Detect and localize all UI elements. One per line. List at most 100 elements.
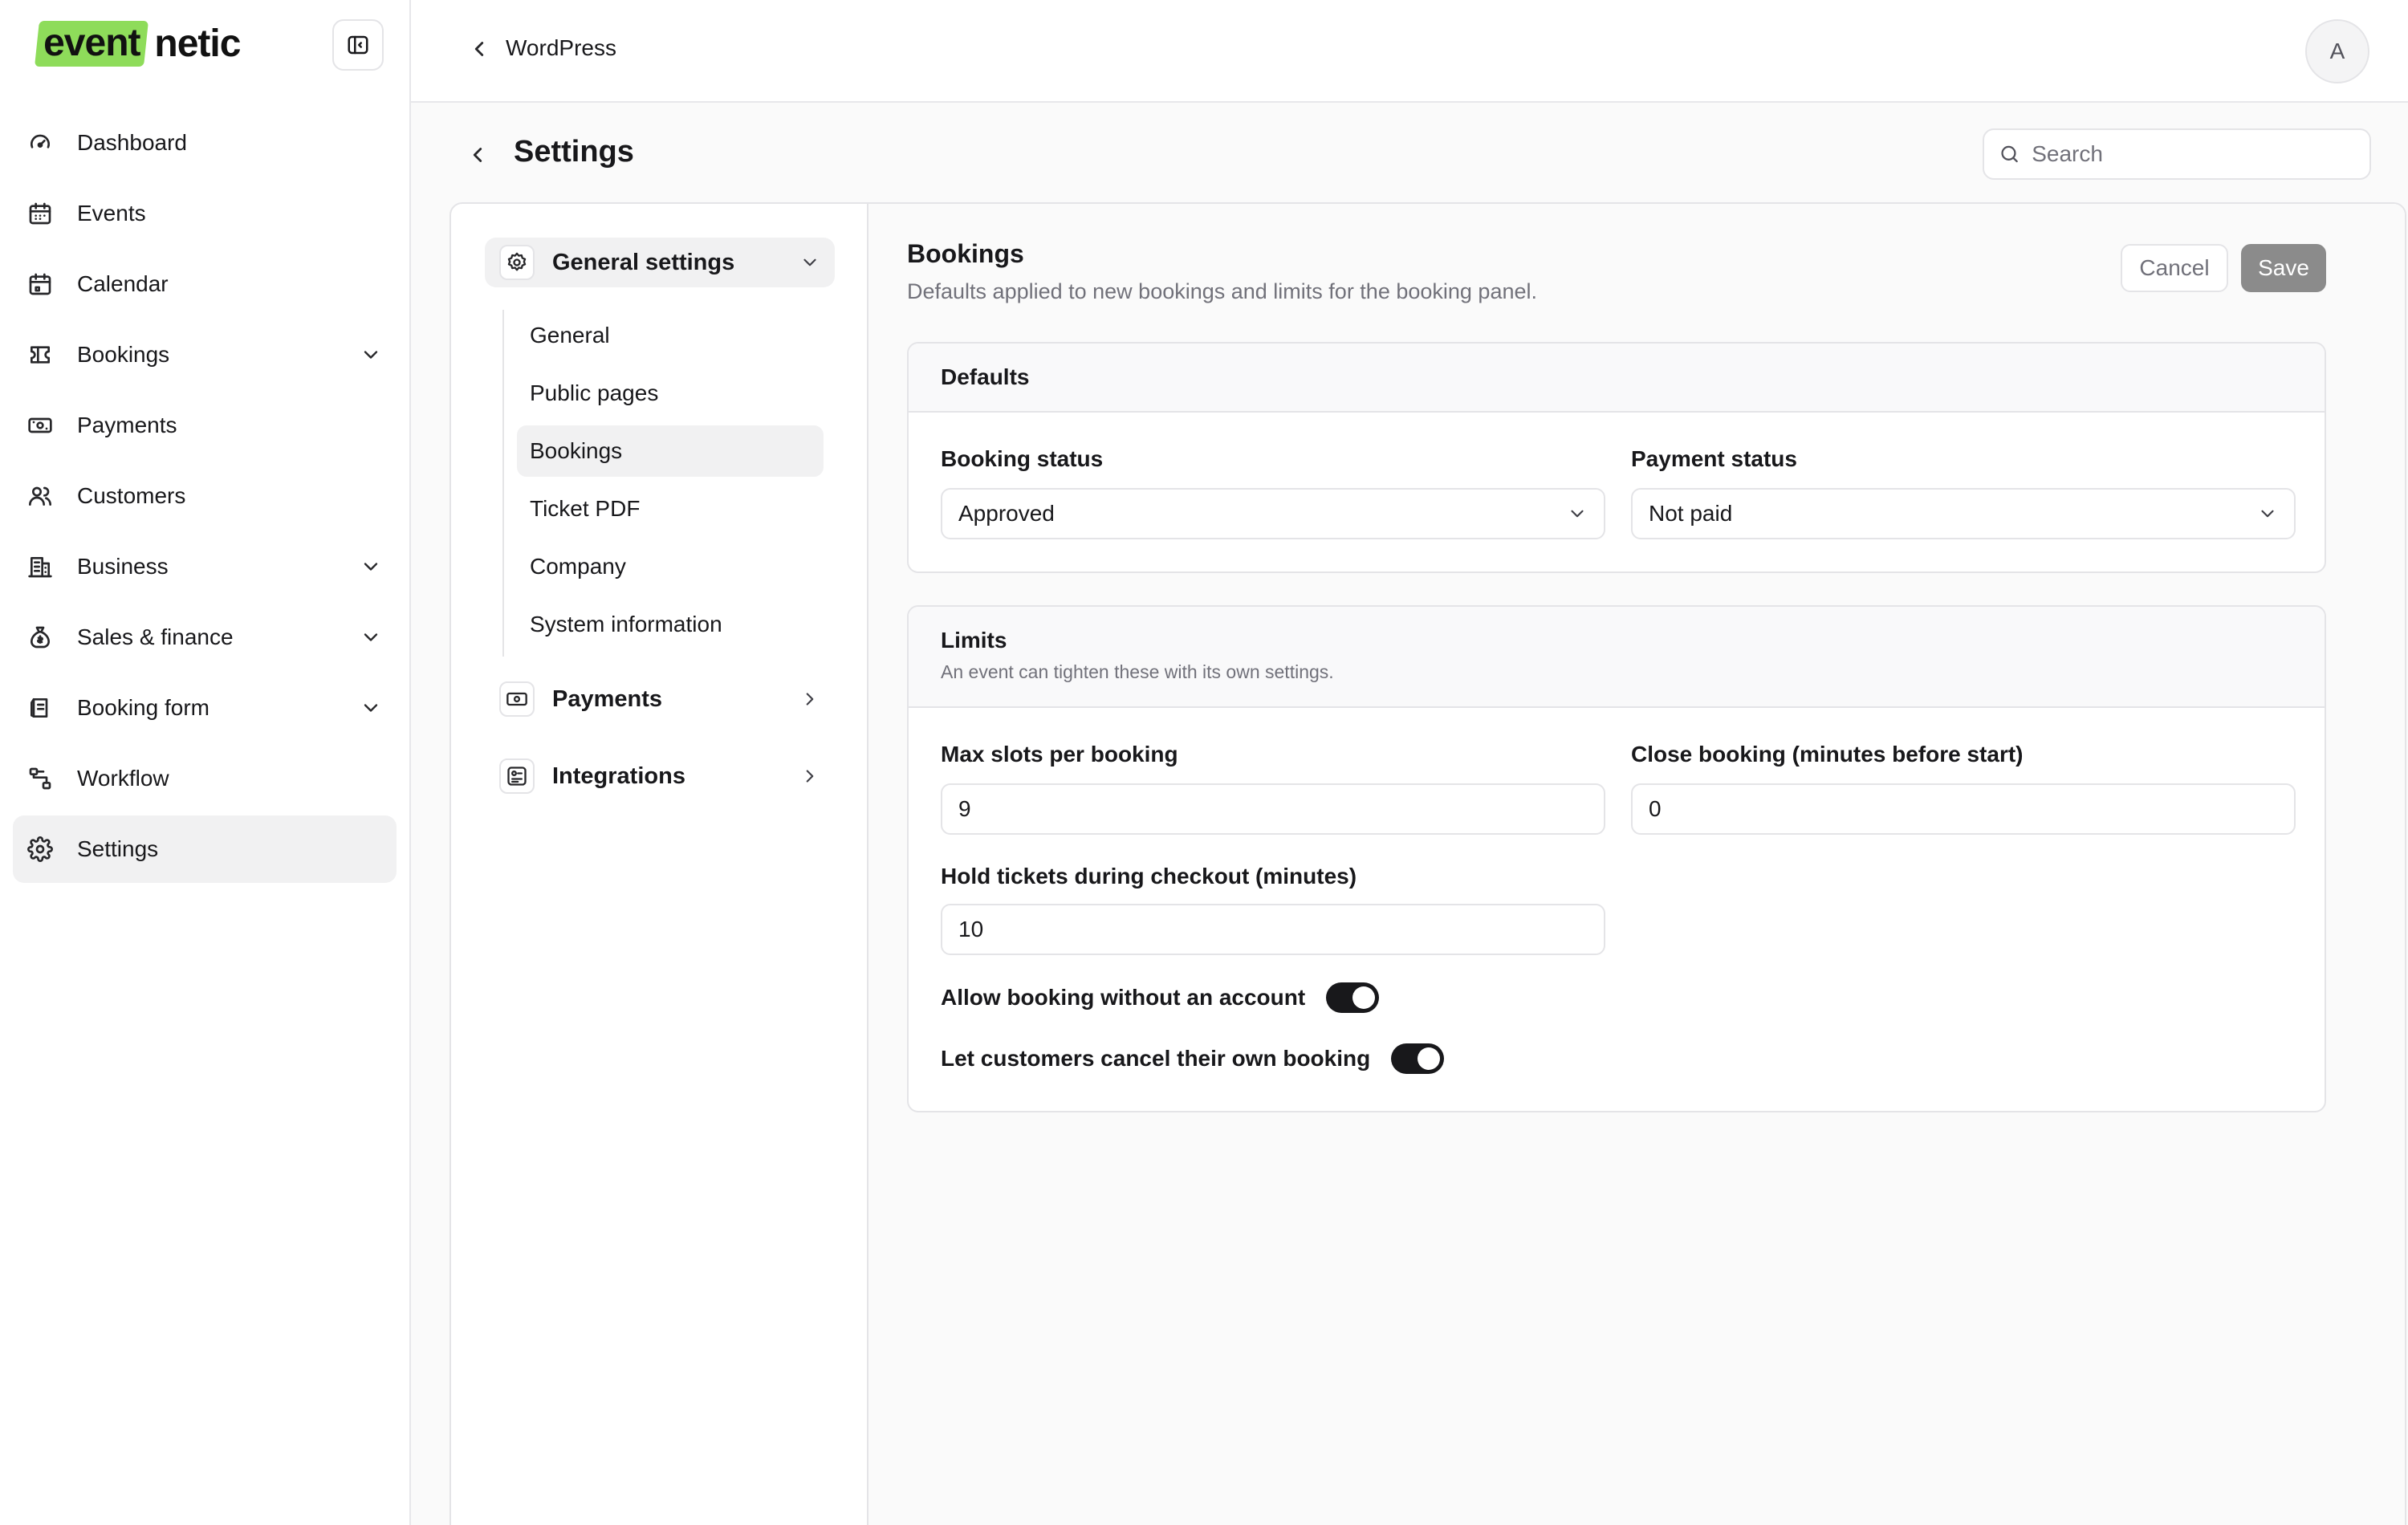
chevron-left-icon[interactable] (467, 37, 491, 61)
chevron-right-icon (799, 766, 820, 787)
sidebar-item-business[interactable]: Business (13, 533, 397, 600)
subnav-item-public-pages[interactable]: Public pages (517, 368, 824, 419)
gear-icon (506, 251, 528, 274)
card-subtitle: An event can tighten these with its own … (941, 661, 1334, 682)
chevron-down-icon (799, 252, 820, 273)
subnav-group-label: Payments (552, 685, 663, 712)
gear-icon-box (499, 245, 535, 280)
toggle-knob (1352, 986, 1376, 1009)
booking-status-label: Booking status (941, 446, 1104, 471)
sidebar-item-label: Booking form (77, 695, 209, 720)
search-input[interactable] (2032, 141, 2355, 167)
max-slots-input[interactable]: 9 (941, 783, 1605, 835)
input-value: 10 (958, 917, 984, 941)
subnav-group-integrations[interactable]: Integrations (485, 751, 835, 801)
sidebar-item-settings[interactable]: Settings (13, 815, 397, 883)
logo-text: netic (154, 22, 241, 65)
sidebar-item-label: Bookings (77, 342, 170, 367)
integrations-icon-box (499, 758, 535, 794)
collapse-sidebar-button[interactable] (332, 19, 384, 71)
chevron-down-icon (1567, 503, 1588, 524)
allow-guest-toggle[interactable] (1326, 982, 1380, 1013)
cancel-button[interactable]: Cancel (2121, 244, 2228, 292)
defaults-card: Defaults Booking status Approved Payment… (907, 342, 2326, 573)
toggle-knob (1418, 1047, 1441, 1070)
sidebar-item-label: Payments (77, 413, 177, 437)
settings-subnav: General settings General Public pages Bo… (451, 204, 868, 1525)
chevron-down-icon (360, 555, 382, 578)
sidebar: event netic Dashboard Events Calendar Boo… (0, 0, 411, 1525)
subnav-item-general[interactable]: General (517, 310, 824, 361)
sidebar-item-events[interactable]: Events (13, 180, 397, 247)
subnav-group-label: Integrations (552, 762, 685, 789)
close-booking-label: Close booking (minutes before start) (1631, 742, 2024, 767)
sidebar-item-label: Settings (77, 836, 159, 861)
sidebar-item-label: Sales & finance (77, 624, 234, 649)
input-value: 9 (958, 796, 971, 821)
sidebar-item-bookings[interactable]: Bookings (13, 321, 397, 388)
select-value: Approved (958, 501, 1055, 526)
self-cancel-label: Let customers cancel their own booking (941, 1046, 1371, 1071)
payment-status-select[interactable]: Not paid (1631, 488, 2296, 539)
calendar-grid-icon (27, 201, 53, 226)
chevron-right-icon (799, 689, 820, 710)
sidebar-item-customers[interactable]: Customers (13, 462, 397, 530)
search-icon (1999, 142, 2020, 166)
chevron-down-icon (2257, 503, 2278, 524)
search-box[interactable] (1983, 128, 2371, 180)
subnav-item-bookings[interactable]: Bookings (517, 425, 824, 477)
booking-status-select[interactable]: Approved (941, 488, 1605, 539)
form-icon (27, 695, 53, 721)
sidebar-item-calendar[interactable]: Calendar (13, 250, 397, 318)
sidebar-item-label: Workflow (77, 766, 169, 791)
chevron-down-icon (360, 697, 382, 719)
limits-card: Limits An event can tighten these with i… (907, 605, 2326, 1112)
limits-card-header: Limits An event can tighten these with i… (909, 607, 2325, 708)
breadcrumb-wordpress[interactable]: WordPress (506, 35, 616, 61)
hold-tickets-input[interactable]: 10 (941, 904, 1605, 955)
subnav-item-ticket-pdf[interactable]: Ticket PDF (517, 483, 824, 535)
hold-tickets-label: Hold tickets during checkout (minutes) (941, 864, 1357, 889)
avatar[interactable]: A (2305, 19, 2369, 83)
banknote-icon (506, 688, 528, 710)
save-button[interactable]: Save (2241, 244, 2326, 292)
subnav-group-general-settings[interactable]: General settings (485, 238, 835, 287)
workflow-icon (27, 766, 53, 791)
subnav-item-company[interactable]: Company (517, 541, 824, 592)
section-subtitle: Defaults applied to new bookings and lim… (907, 279, 1537, 303)
sidebar-item-booking-form[interactable]: Booking form (13, 674, 397, 742)
sidebar-item-label: Dashboard (77, 130, 187, 155)
calendar-icon (27, 271, 53, 297)
logo[interactable]: event netic (35, 19, 241, 67)
sidebar-item-label: Events (77, 201, 146, 226)
self-cancel-toggle[interactable] (1391, 1043, 1445, 1074)
sidebar-item-sales-finance[interactable]: Sales & finance (13, 604, 397, 671)
allow-guest-row: Allow booking without an account (941, 982, 1380, 1013)
settings-panel: General settings General Public pages Bo… (449, 202, 2406, 1525)
sidebar-item-dashboard[interactable]: Dashboard (13, 109, 397, 177)
logo-highlight-text: event (43, 21, 140, 64)
banknote-icon (27, 413, 53, 438)
input-value: 0 (1649, 796, 1662, 821)
sidebar-item-workflow[interactable]: Workflow (13, 745, 397, 812)
chevron-down-icon (360, 344, 382, 366)
sidebar-item-payments[interactable]: Payments (13, 392, 397, 459)
integrations-icon (506, 765, 528, 787)
subnav-group-payments[interactable]: Payments (485, 674, 835, 724)
max-slots-label: Max slots per booking (941, 742, 1178, 767)
select-value: Not paid (1649, 501, 1733, 526)
close-booking-input[interactable]: 0 (1631, 783, 2296, 835)
sidebar-item-label: Business (77, 554, 169, 579)
money-bag-icon (27, 624, 53, 650)
section-title: Bookings (907, 239, 1024, 268)
subnav-group-label: General settings (552, 249, 735, 275)
page-title: Settings (514, 135, 634, 169)
card-title: Limits (941, 628, 1007, 653)
bookings-settings-form: Bookings Defaults applied to new booking… (868, 204, 2405, 1525)
content: Settings General settings General Public… (411, 103, 2408, 1525)
subnav-item-system-information[interactable]: System information (517, 599, 824, 650)
back-arrow-icon[interactable] (466, 143, 490, 167)
sidebar-toggle-icon (346, 33, 370, 57)
building-icon (27, 554, 53, 580)
sidebar-item-label: Calendar (77, 271, 169, 296)
